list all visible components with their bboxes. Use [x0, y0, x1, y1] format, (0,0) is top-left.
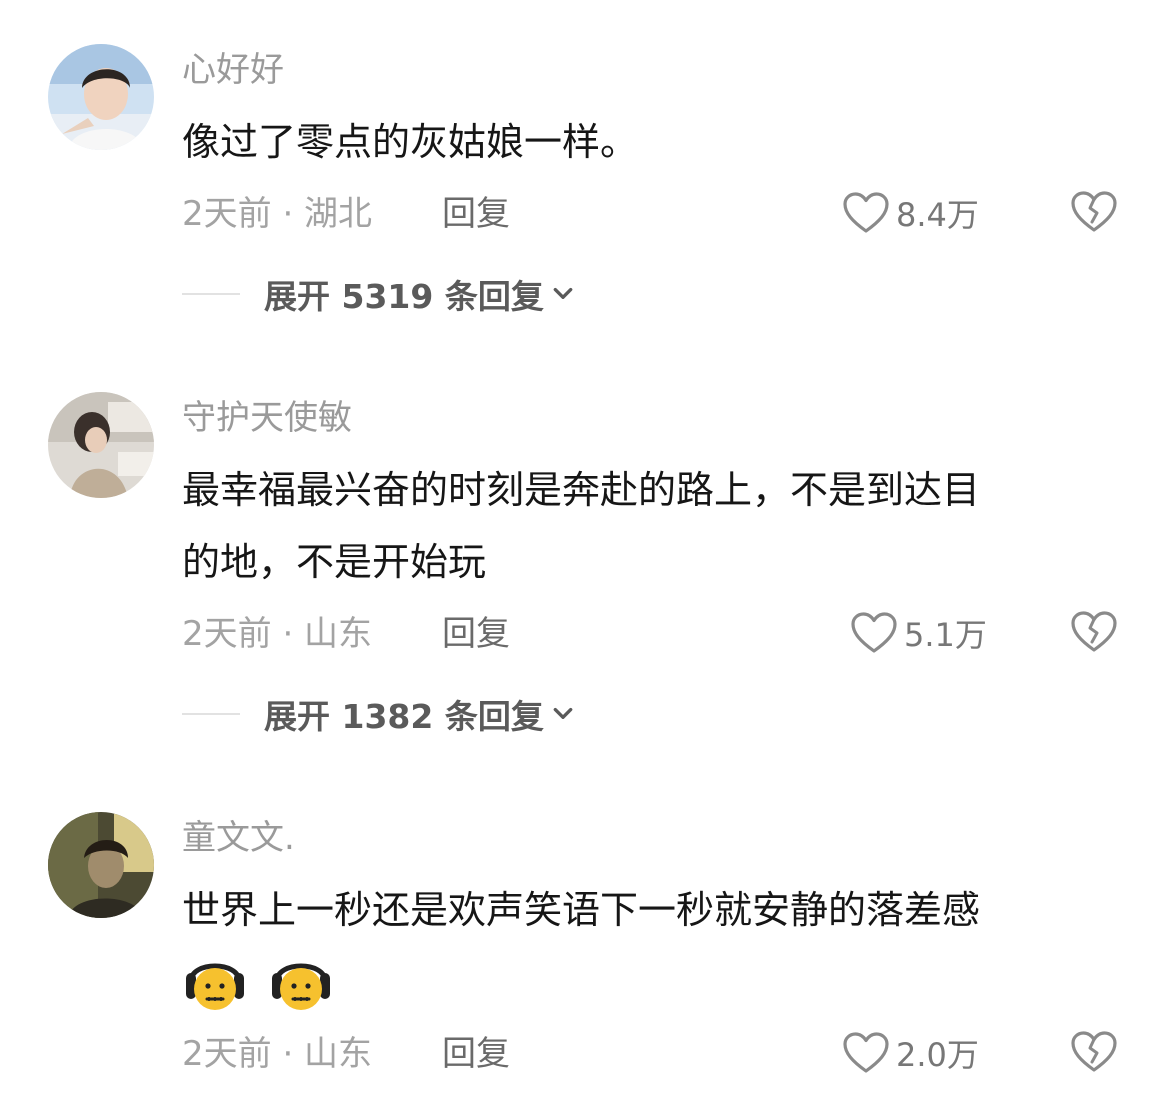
avatar[interactable]: [48, 812, 154, 918]
avatar[interactable]: [48, 392, 154, 498]
heart-icon: [842, 191, 890, 235]
expand-replies-label: 展开 5319 条回复: [264, 277, 544, 316]
chevron-down-icon: [552, 286, 574, 302]
comment-meta: 2天前 · 山东: [182, 614, 373, 654]
like-count: 8.4万: [896, 196, 979, 234]
comment-text-line: 的地，不是开始玩: [182, 540, 487, 584]
comment-text: 像过了零点的灰姑娘一样。: [182, 120, 639, 164]
heart-icon: [842, 1031, 890, 1075]
like-count: 2.0万: [896, 1036, 979, 1074]
like-count: 5.1万: [904, 616, 987, 654]
comment-meta: 2天前 · 湖北: [182, 194, 373, 234]
like-button[interactable]: 5.1万: [850, 610, 987, 656]
comment-text-line: 最幸福最兴奋的时刻是奔赴的路上，不是到达目: [182, 468, 981, 512]
username[interactable]: 守护天使敏: [182, 398, 352, 438]
reply-button[interactable]: 回复: [442, 614, 510, 654]
comment-text-line: 世界上一秒还是欢声笑语下一秒就安静的落差感: [182, 888, 981, 932]
dislike-button[interactable]: [1070, 1030, 1120, 1076]
username[interactable]: 童文文.: [182, 818, 295, 858]
emoji-line: [182, 950, 1122, 1019]
reply-button[interactable]: 回复: [442, 194, 510, 234]
sad-headphones-emoji-icon: [182, 953, 248, 1019]
heart-icon: [850, 611, 898, 655]
expand-replies-button[interactable]: 展开 1382 条回复: [182, 694, 574, 736]
dislike-button[interactable]: [1070, 190, 1120, 236]
comment-meta: 2天前 · 山东: [182, 1034, 373, 1074]
divider: [182, 293, 240, 295]
like-button[interactable]: 8.4万: [842, 190, 979, 236]
broken-heart-icon: [1070, 190, 1118, 234]
reply-button[interactable]: 回复: [442, 1034, 510, 1074]
broken-heart-icon: [1070, 610, 1118, 654]
broken-heart-icon: [1070, 1030, 1118, 1074]
dislike-button[interactable]: [1070, 610, 1120, 656]
expand-replies-button[interactable]: 展开 5319 条回复: [182, 274, 574, 316]
divider: [182, 713, 240, 715]
avatar[interactable]: [48, 44, 154, 150]
chevron-down-icon: [552, 706, 574, 722]
expand-replies-label: 展开 1382 条回复: [264, 697, 544, 736]
sad-headphones-emoji-icon: [268, 953, 334, 1019]
like-button[interactable]: 2.0万: [842, 1030, 979, 1076]
username[interactable]: 心好好: [182, 50, 284, 90]
